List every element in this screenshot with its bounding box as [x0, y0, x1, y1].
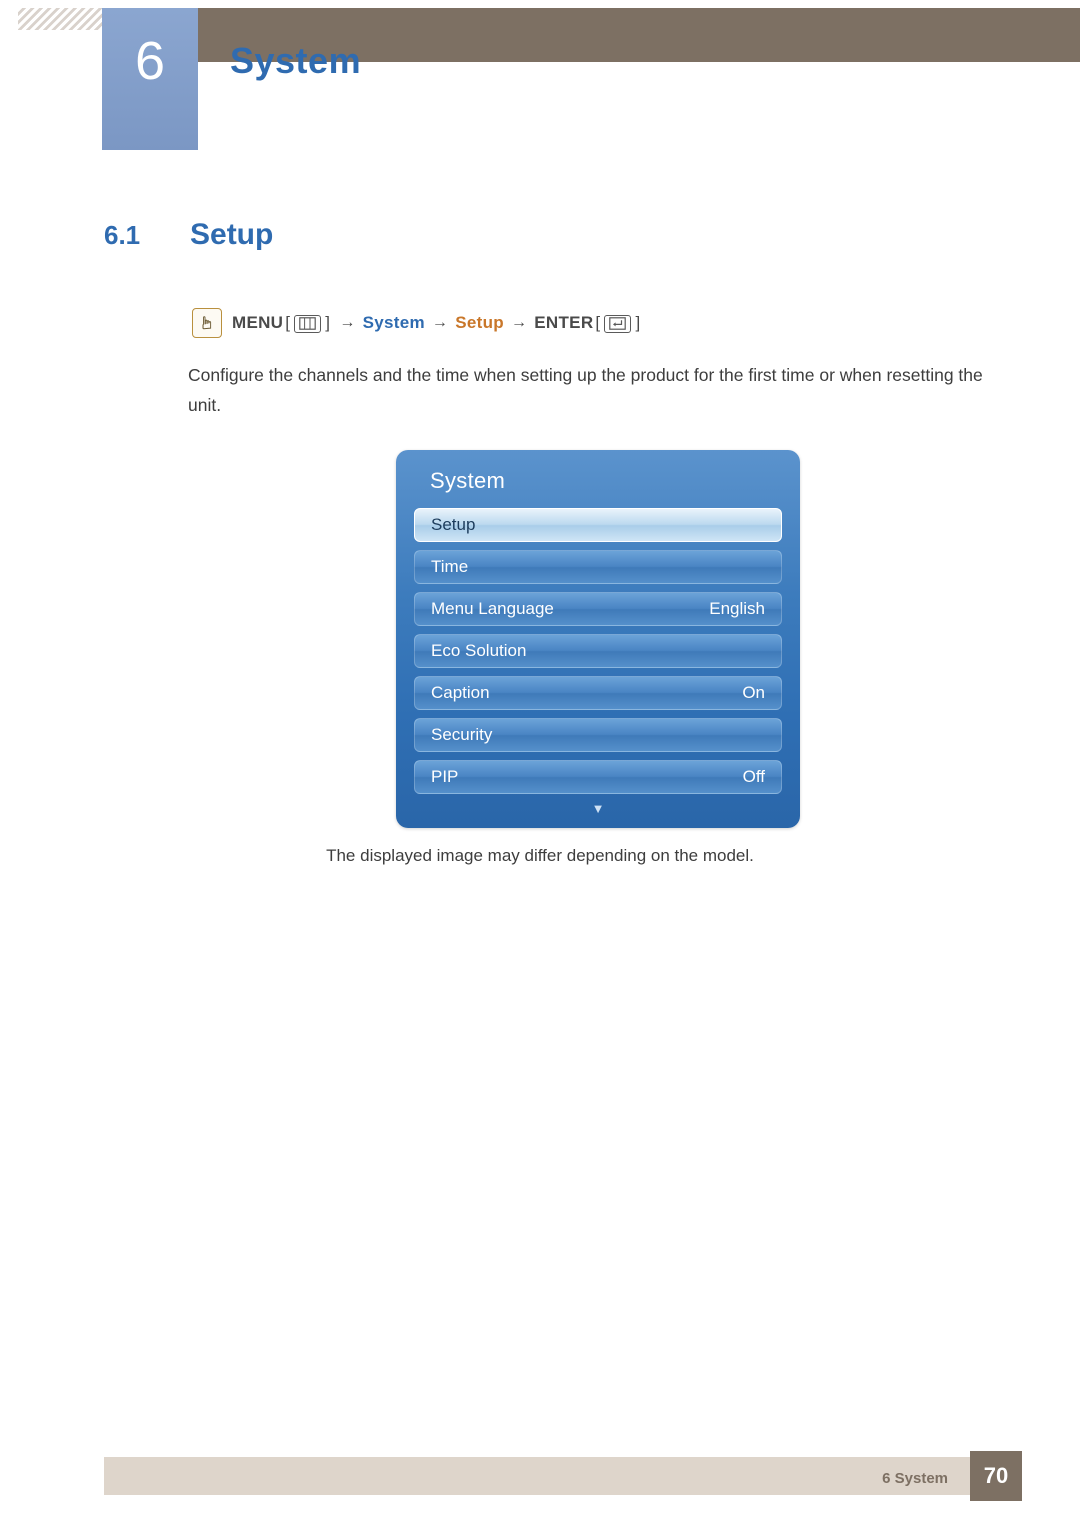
- hand-pointer-icon: [192, 308, 222, 338]
- osd-row-security[interactable]: Security: [414, 718, 782, 752]
- osd-row-label: Eco Solution: [431, 641, 527, 660]
- header-hatch-decoration: [18, 8, 102, 30]
- osd-row-label: Setup: [431, 515, 476, 534]
- osd-title: System: [430, 468, 506, 493]
- osd-row-value: On: [742, 683, 765, 702]
- menu-path-step-system: System: [362, 313, 425, 332]
- page-header: 6 System: [0, 0, 1080, 150]
- bracket-open-enter: [: [595, 313, 601, 332]
- osd-row-menu-language[interactable]: Menu Language English: [414, 592, 782, 626]
- chapter-number: 6: [134, 31, 166, 91]
- osd-panel: System Setup Time Menu Language English …: [396, 450, 800, 828]
- osd-caption: The displayed image may differ depending…: [326, 846, 754, 865]
- osd-row-label: Menu Language: [431, 599, 554, 618]
- body-paragraph: Configure the channels and the time when…: [188, 365, 983, 415]
- bracket-close-menu: ]: [325, 313, 331, 332]
- menu-path-step-setup: Setup: [455, 313, 504, 332]
- scroll-down-arrow-icon[interactable]: ▼: [414, 802, 782, 816]
- footer-label: 6 System: [882, 1470, 948, 1487]
- osd-row-value: Off: [742, 767, 765, 786]
- footer-band: [104, 1457, 976, 1495]
- bracket-close-enter: ]: [635, 313, 641, 332]
- osd-menu-list: Setup Time Menu Language English Eco Sol…: [414, 508, 782, 816]
- osd-row-value: English: [709, 599, 765, 618]
- section-title: Setup: [190, 218, 274, 251]
- menu-path-enter-label: ENTER: [534, 313, 594, 332]
- osd-row-label: PIP: [431, 767, 459, 786]
- osd-row-label: Caption: [431, 683, 490, 702]
- chapter-title: System: [230, 40, 362, 81]
- osd-row-label: Security: [431, 725, 493, 744]
- osd-row-caption[interactable]: Caption On: [414, 676, 782, 710]
- menu-key-icon: [294, 315, 322, 333]
- menu-path: MENU [ ] → System → Setup → ENTER [ ]: [192, 308, 642, 338]
- bracket-open-menu: [: [285, 313, 291, 332]
- menu-path-arrow-1: →: [339, 314, 356, 331]
- osd-row-time[interactable]: Time: [414, 550, 782, 584]
- osd-row-label: Time: [431, 557, 469, 576]
- menu-path-menu-label: MENU: [232, 313, 284, 332]
- enter-key-icon: [604, 315, 632, 333]
- osd-row-pip[interactable]: PIP Off: [414, 760, 782, 794]
- menu-path-arrow-3: →: [510, 314, 528, 331]
- page-number: 70: [970, 1451, 1022, 1501]
- osd-row-setup[interactable]: Setup: [414, 508, 782, 542]
- osd-row-eco-solution[interactable]: Eco Solution: [414, 634, 782, 668]
- section-number: 6.1: [104, 220, 141, 250]
- menu-path-arrow-2: →: [431, 314, 449, 331]
